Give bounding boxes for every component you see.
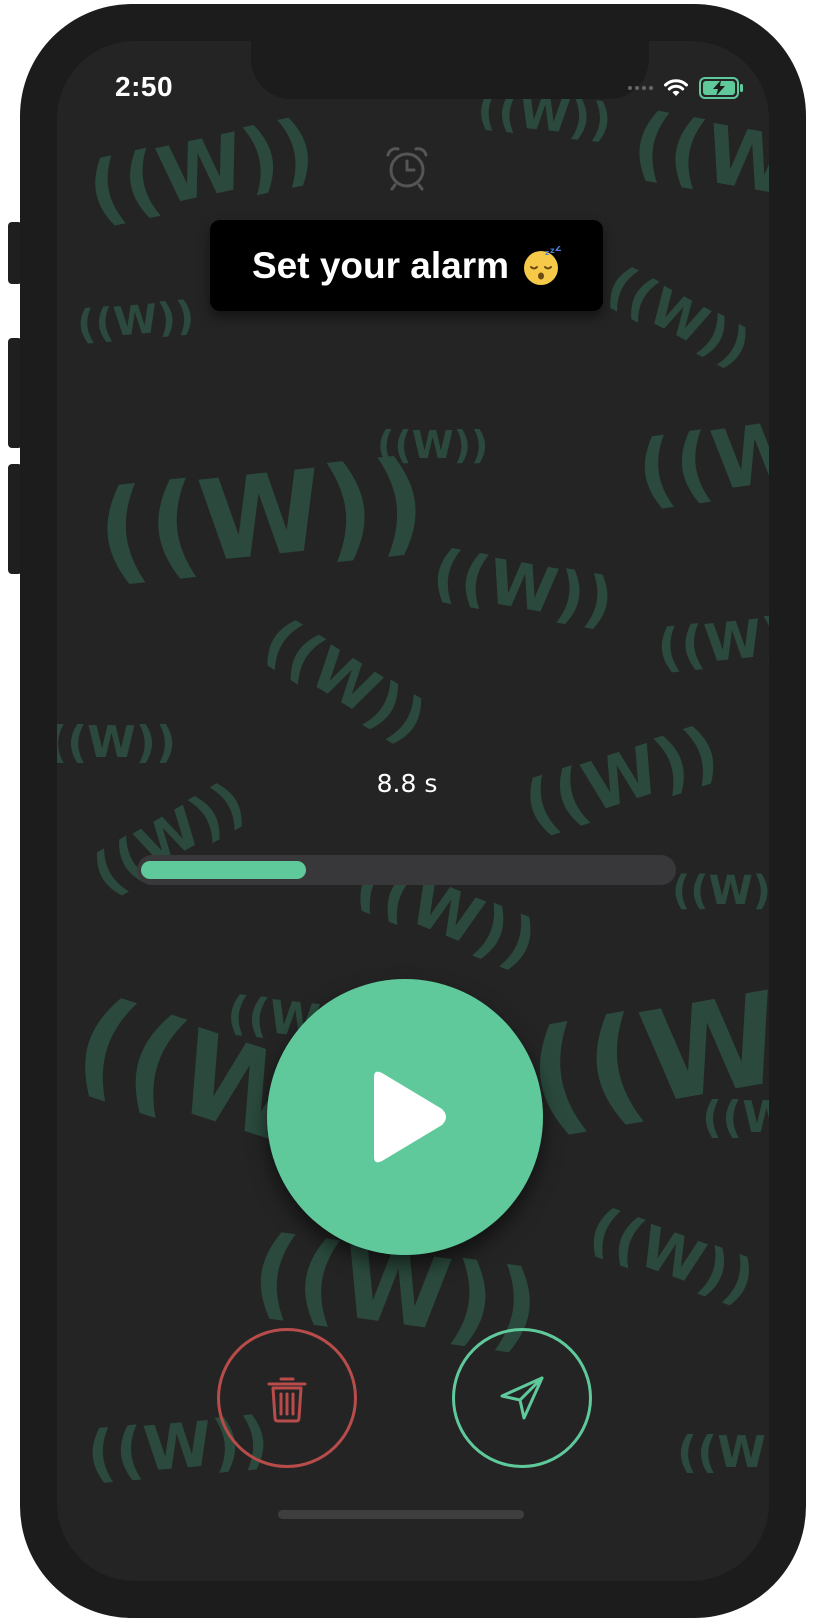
alarm-clock-icon <box>386 147 428 191</box>
app-screen: ((W)) ((W)) ((W)) ((W)) ((W)) ((W)) ((W)… <box>57 41 769 1581</box>
trash-icon <box>267 1377 307 1423</box>
svg-text:z: z <box>545 249 549 257</box>
wifi-icon <box>664 79 688 96</box>
set-alarm-banner: Set your alarm z z Z <box>210 220 603 311</box>
recording-progress-bar <box>137 855 676 885</box>
svg-text:Z: Z <box>555 246 561 254</box>
phone-frame: ((W)) ((W)) ((W)) ((W)) ((W)) ((W)) ((W)… <box>20 4 806 1618</box>
home-indicator[interactable] <box>278 1510 524 1519</box>
status-indicators <box>628 73 745 103</box>
send-recording-button[interactable] <box>452 1328 592 1468</box>
status-time: 2:50 <box>115 71 174 102</box>
play-icon <box>374 1071 446 1163</box>
play-button[interactable] <box>267 979 543 1255</box>
cellular-signal-icon <box>628 86 653 90</box>
banner-title: Set your alarm <box>251 244 510 286</box>
delete-recording-button[interactable] <box>217 1328 357 1468</box>
recording-duration: 8.8 s <box>376 769 438 798</box>
device-notch <box>251 41 649 99</box>
send-icon <box>500 1376 544 1420</box>
recording-progress-fill <box>141 861 306 879</box>
sleeping-face-emoji-icon: z z Z <box>524 246 561 285</box>
battery-charging-icon <box>699 77 743 99</box>
